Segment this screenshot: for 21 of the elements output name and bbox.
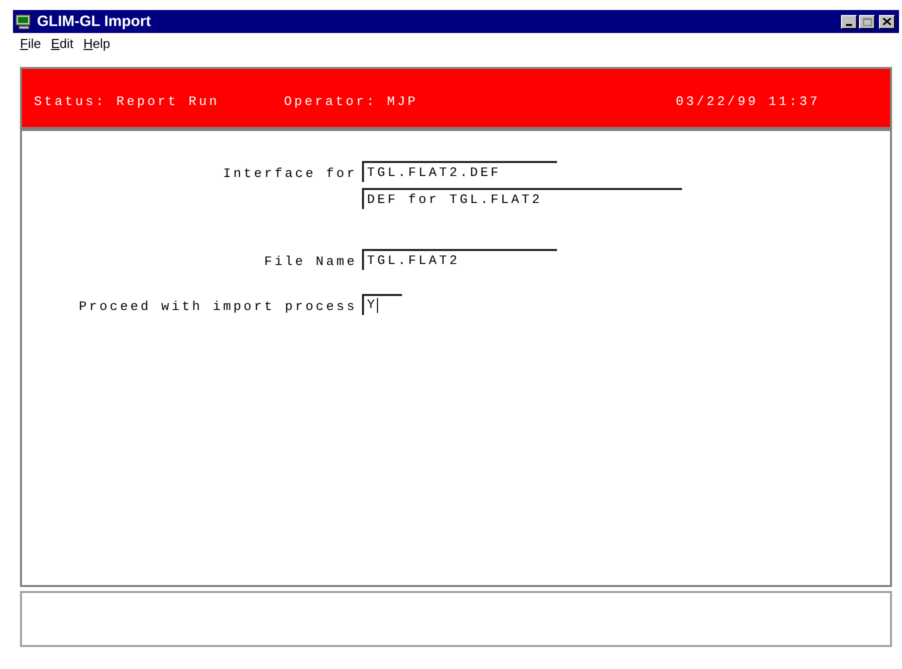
minimize-button[interactable] <box>841 14 857 28</box>
field-label: Interface for <box>222 165 358 183</box>
date-time: 03/22/99 11:37 <box>676 92 820 110</box>
maximize-icon <box>862 18 872 26</box>
operator-text: Operator: MJP <box>284 92 418 110</box>
close-icon <box>883 18 891 25</box>
computer-icon <box>15 14 33 30</box>
maximize-button[interactable] <box>859 14 875 28</box>
minimize-icon <box>846 24 852 26</box>
input-field[interactable]: TGL.FLAT2.DEF <box>362 161 557 182</box>
menu-item[interactable]: Edit <box>50 34 74 54</box>
field-label: Proceed with import process <box>78 298 358 316</box>
input-field[interactable]: TGL.FLAT2 <box>362 249 557 270</box>
menu-item[interactable]: File <box>20 34 41 54</box>
input-field[interactable]: DEF for TGL.FLAT2 <box>362 188 682 209</box>
window-title: GLIM-GL Import <box>37 14 151 29</box>
menu-item[interactable]: Help <box>83 34 110 54</box>
field-label: File Name <box>263 253 358 271</box>
input-field[interactable]: Y <box>362 294 402 314</box>
status-text: Status: Report Run <box>34 92 220 110</box>
close-button[interactable] <box>879 14 895 28</box>
